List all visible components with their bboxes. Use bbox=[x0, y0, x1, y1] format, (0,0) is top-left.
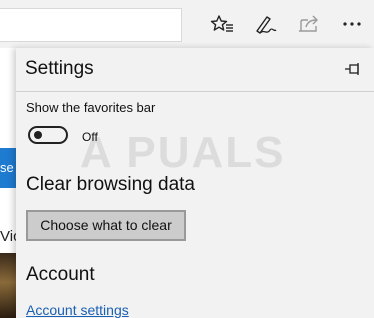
account-settings-link[interactable]: Account settings bbox=[26, 302, 129, 318]
title-divider bbox=[16, 91, 374, 92]
choose-what-to-clear-button[interactable]: Choose what to clear bbox=[26, 210, 186, 241]
share-icon[interactable] bbox=[296, 11, 322, 37]
address-bar[interactable] bbox=[0, 8, 182, 42]
page-text-fragment: Vic bbox=[0, 228, 16, 245]
favorites-bar-label: Show the favorites bar bbox=[26, 100, 156, 115]
page-image bbox=[0, 253, 16, 318]
toggle-knob bbox=[34, 131, 42, 139]
browser-toolbar bbox=[0, 0, 374, 48]
clear-browsing-data-heading: Clear browsing data bbox=[26, 174, 195, 195]
add-to-favorites-icon[interactable] bbox=[209, 11, 235, 37]
account-heading: Account bbox=[26, 264, 95, 285]
pin-icon[interactable] bbox=[344, 62, 362, 76]
background-page: se Vic bbox=[0, 48, 16, 318]
settings-pane: Settings A PUALS Show the favorites bar … bbox=[16, 48, 374, 318]
page-title: Settings bbox=[25, 58, 94, 79]
favorites-bar-toggle-state: Off bbox=[82, 130, 98, 144]
more-icon[interactable] bbox=[339, 11, 365, 37]
page-button-fragment[interactable]: se bbox=[0, 148, 16, 188]
pen-icon[interactable] bbox=[252, 11, 278, 37]
favorites-bar-toggle[interactable] bbox=[28, 126, 68, 144]
watermark: A PUALS bbox=[80, 128, 286, 177]
